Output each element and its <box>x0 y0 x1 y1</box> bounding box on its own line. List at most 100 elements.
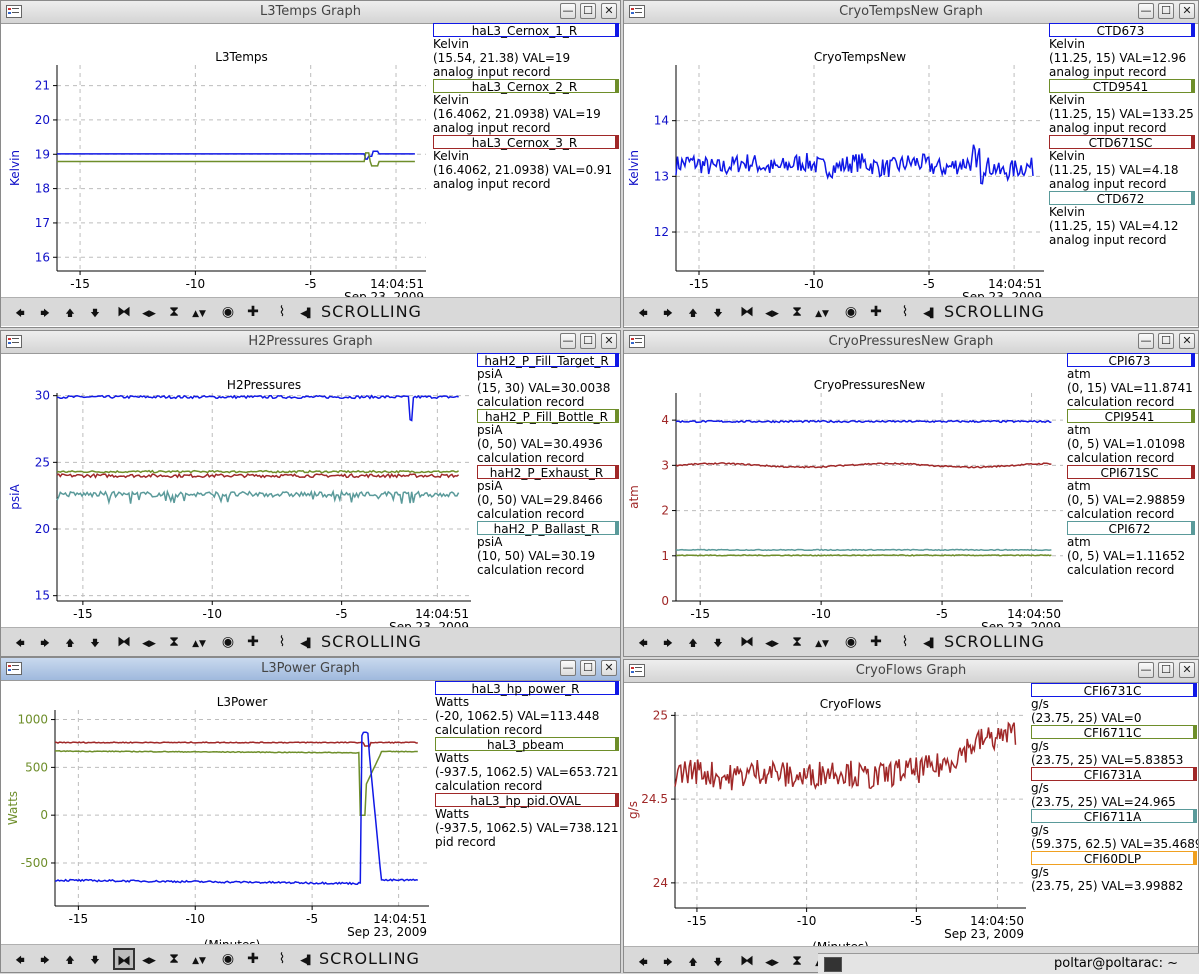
legend-pv-name[interactable]: CPI672 <box>1067 521 1195 536</box>
legend-pv-name[interactable]: CFI6731C <box>1031 683 1197 698</box>
auto-scale-button[interactable]: ⌇ <box>271 948 293 970</box>
maximize-button[interactable]: ☐ <box>580 3 596 19</box>
legend-pv-name[interactable]: CTD9541 <box>1049 79 1195 94</box>
legend-pv-name[interactable]: CTD672 <box>1049 191 1195 206</box>
close-button[interactable]: ✕ <box>1179 333 1195 349</box>
title-bar[interactable]: CryoTempsNew Graph — ☐ ✕ <box>624 1 1198 24</box>
zoom-in-x-button[interactable]: ⧓ <box>113 948 135 970</box>
scroll-mode-button[interactable]: ◀▌ <box>296 948 318 970</box>
scroll-mode-button[interactable]: ◀▌ <box>919 301 941 323</box>
zoom-out-x-button[interactable]: ◀▶ <box>761 631 783 653</box>
scroll-right-button[interactable]: 🡆 <box>657 950 679 972</box>
zoom-out-y-button[interactable]: ▲▼ <box>811 631 833 653</box>
maximize-button[interactable]: ☐ <box>1158 3 1174 19</box>
zoom-out-x-button[interactable]: ◀▶ <box>138 301 160 323</box>
title-bar[interactable]: L3Power Graph — ☐ ✕ <box>1 658 620 681</box>
zoom-out-x-button[interactable]: ◀▶ <box>138 948 160 970</box>
taskbar-terminal-label[interactable]: poltar@poltarac: ~ <box>1054 956 1178 971</box>
scroll-right-button[interactable]: 🡆 <box>657 301 679 323</box>
legend-pv-name[interactable]: haH2_P_Exhaust_R <box>477 465 619 480</box>
scroll-up-button[interactable]: 🡅 <box>59 301 81 323</box>
zoom-in-y-button[interactable]: ⧗ <box>163 301 185 323</box>
add-pv-button[interactable]: ✚ <box>242 631 264 653</box>
maximize-button[interactable]: ☐ <box>1158 333 1174 349</box>
zoom-in-x-button[interactable]: ⧓ <box>736 301 758 323</box>
scroll-left-button[interactable]: 🡄 <box>9 948 31 970</box>
scroll-up-button[interactable]: 🡅 <box>59 631 81 653</box>
zoom-out-y-button[interactable]: ▲▼ <box>811 301 833 323</box>
scroll-left-button[interactable]: 🡄 <box>632 950 654 972</box>
legend-pv-name[interactable]: CPI673 <box>1067 353 1195 368</box>
scroll-right-button[interactable]: 🡆 <box>657 631 679 653</box>
reset-button[interactable]: ◉ <box>840 301 862 323</box>
scroll-up-button[interactable]: 🡅 <box>59 948 81 970</box>
close-button[interactable]: ✕ <box>1179 3 1195 19</box>
auto-scale-button[interactable]: ⌇ <box>894 301 916 323</box>
scroll-down-button[interactable]: 🡇 <box>84 948 106 970</box>
zoom-in-x-button[interactable]: ⧓ <box>736 631 758 653</box>
close-button[interactable]: ✕ <box>601 660 617 676</box>
zoom-in-x-button[interactable]: ⧓ <box>736 950 758 972</box>
legend-pv-name[interactable]: CTD671SC <box>1049 135 1195 150</box>
legend-pv-name[interactable]: haH2_P_Fill_Target_R <box>477 353 619 368</box>
scroll-right-button[interactable]: 🡆 <box>34 301 56 323</box>
maximize-button[interactable]: ☐ <box>1158 662 1174 678</box>
zoom-in-y-button[interactable]: ⧗ <box>163 948 185 970</box>
scroll-down-button[interactable]: 🡇 <box>84 301 106 323</box>
zoom-out-x-button[interactable]: ◀▶ <box>761 950 783 972</box>
maximize-button[interactable]: ☐ <box>580 660 596 676</box>
legend-pv-name[interactable]: haL3_pbeam <box>435 737 619 752</box>
scroll-right-button[interactable]: 🡆 <box>34 631 56 653</box>
scroll-left-button[interactable]: 🡄 <box>9 301 31 323</box>
scroll-up-button[interactable]: 🡅 <box>682 950 704 972</box>
zoom-out-x-button[interactable]: ◀▶ <box>138 631 160 653</box>
zoom-in-y-button[interactable]: ⧗ <box>786 301 808 323</box>
legend-pv-name[interactable]: haL3_Cernox_3_R <box>433 135 619 150</box>
title-bar[interactable]: CryoPressuresNew Graph — ☐ ✕ <box>624 331 1198 354</box>
close-button[interactable]: ✕ <box>601 333 617 349</box>
zoom-in-x-button[interactable]: ⧓ <box>113 301 135 323</box>
legend-pv-name[interactable]: CFI6731A <box>1031 767 1197 782</box>
legend-pv-name[interactable]: haL3_hp_power_R <box>435 681 619 696</box>
close-button[interactable]: ✕ <box>1179 662 1195 678</box>
zoom-out-x-button[interactable]: ◀▶ <box>761 301 783 323</box>
scroll-up-button[interactable]: 🡅 <box>682 301 704 323</box>
zoom-out-y-button[interactable]: ▲▼ <box>188 631 210 653</box>
minimize-button[interactable]: — <box>1138 662 1154 678</box>
legend-pv-name[interactable]: CPI671SC <box>1067 465 1195 480</box>
legend-pv-name[interactable]: CFI6711A <box>1031 809 1197 824</box>
minimize-button[interactable]: — <box>1138 333 1154 349</box>
add-pv-button[interactable]: ✚ <box>242 301 264 323</box>
minimize-button[interactable]: — <box>1138 3 1154 19</box>
minimize-button[interactable]: — <box>560 333 576 349</box>
maximize-button[interactable]: ☐ <box>580 333 596 349</box>
close-button[interactable]: ✕ <box>601 3 617 19</box>
legend-pv-name[interactable]: haL3_hp_pid.OVAL <box>435 793 619 808</box>
zoom-in-x-button[interactable]: ⧓ <box>113 631 135 653</box>
add-pv-button[interactable]: ✚ <box>865 301 887 323</box>
scroll-mode-button[interactable]: ◀▌ <box>919 631 941 653</box>
title-bar[interactable]: L3Temps Graph — ☐ ✕ <box>1 1 620 24</box>
minimize-button[interactable]: — <box>560 3 576 19</box>
legend-pv-name[interactable]: haL3_Cernox_1_R <box>433 23 619 38</box>
zoom-out-y-button[interactable]: ▲▼ <box>188 301 210 323</box>
zoom-in-y-button[interactable]: ⧗ <box>786 631 808 653</box>
scroll-up-button[interactable]: 🡅 <box>682 631 704 653</box>
zoom-out-y-button[interactable]: ▲▼ <box>188 948 210 970</box>
terminal-icon[interactable] <box>824 957 842 972</box>
add-pv-button[interactable]: ✚ <box>242 948 264 970</box>
legend-pv-name[interactable]: CPI9541 <box>1067 409 1195 424</box>
scroll-mode-button[interactable]: ◀▌ <box>296 301 318 323</box>
scroll-left-button[interactable]: 🡄 <box>9 631 31 653</box>
reset-button[interactable]: ◉ <box>217 631 239 653</box>
legend-pv-name[interactable]: CFI60DLP <box>1031 851 1197 866</box>
scroll-down-button[interactable]: 🡇 <box>84 631 106 653</box>
auto-scale-button[interactable]: ⌇ <box>894 631 916 653</box>
reset-button[interactable]: ◉ <box>217 948 239 970</box>
reset-button[interactable]: ◉ <box>840 631 862 653</box>
legend-pv-name[interactable]: haH2_P_Fill_Bottle_R <box>477 409 619 424</box>
legend-pv-name[interactable]: CTD673 <box>1049 23 1195 38</box>
scroll-down-button[interactable]: 🡇 <box>707 631 729 653</box>
legend-pv-name[interactable]: CFI6711C <box>1031 725 1197 740</box>
scroll-down-button[interactable]: 🡇 <box>707 301 729 323</box>
